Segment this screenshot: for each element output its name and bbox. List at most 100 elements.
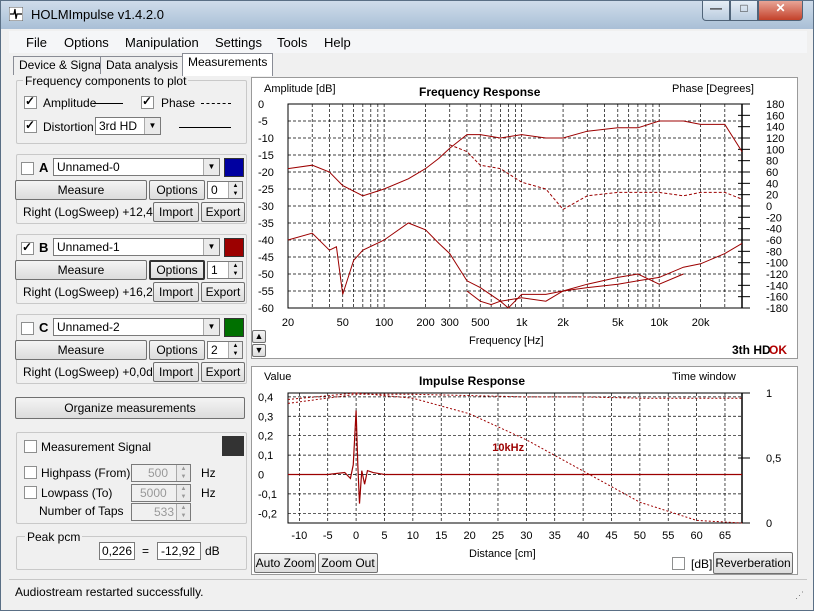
imp-right-label: Time window [672,371,736,383]
highpass-spin[interactable]: 500 ▲ ▼ [131,464,191,482]
imp-ytick-label: 0 [258,469,264,481]
maximize-button[interactable]: □ [730,1,758,21]
measurement-c-name-value: Unnamed-2 [57,320,120,334]
tab-measurements[interactable]: Measurements [182,53,274,76]
lowpass-label: Lowpass (To) [41,486,113,500]
menu-help[interactable]: Help [324,35,351,50]
distortion-checkbox[interactable] [24,118,37,133]
left-panel: Frequency components to plot Amplitude P… [13,74,248,574]
measurement-a-checkbox[interactable] [21,162,34,175]
measurement-c-spin[interactable]: 2 ▲ ▼ [207,341,243,359]
highpass-label: Highpass (From) [41,466,131,480]
db-checkbox[interactable] [672,557,685,570]
measurement-c-name[interactable]: Unnamed-2 ▼ [53,318,220,336]
frequency-chart[interactable]: Amplitude [dB] Frequency Response Phase … [252,78,797,358]
reverberation-button[interactable]: Reverberation [713,552,793,574]
lowpass-checkbox[interactable] [24,486,37,499]
measurement-b-name[interactable]: Unnamed-1 ▼ [53,238,220,256]
measurement-c-spin-value: 2 [211,343,218,357]
measurement-a-export-button[interactable]: Export [201,202,245,222]
freq-xtick-label: 200 [416,317,434,329]
menu-tools[interactable]: Tools [277,35,307,50]
lowpass-value: 5000 [140,486,167,500]
peak-db: -12,92 [161,544,196,558]
freq-phase-tick-label: 60 [766,167,778,179]
freq-phase-tick-label: -80 [766,246,782,258]
menu-bar: File Options Manipulation Settings Tools… [9,31,807,53]
measurement-a-spin[interactable]: 0 ▲ ▼ [207,181,243,199]
measurement-a-options-button[interactable]: Options [149,180,205,200]
menu-manipulation[interactable]: Manipulation [125,35,199,50]
menu-settings[interactable]: Settings [215,35,262,50]
menu-options[interactable]: Options [64,35,109,50]
chevron-down-icon: ▼ [203,319,219,335]
tab-data-analysis[interactable]: Data analysis [100,56,185,75]
close-button[interactable]: ✕ [758,1,803,21]
freq-xtick-label: 500 [471,317,489,329]
freq-ytick-label: -50 [258,269,274,281]
minimize-button[interactable]: — [702,1,730,21]
measurement-b-import-button[interactable]: Import [153,282,199,302]
measurement-b-checkbox[interactable] [21,240,34,255]
imp-ytick-label: -0,2 [258,508,277,520]
imp-xtick-label: 15 [435,530,447,542]
measurement-b-export-button[interactable]: Export [201,282,245,302]
freq-ytick-label: -15 [258,150,274,162]
measurement-c-import-button[interactable]: Import [153,362,199,382]
freq-components-legend: Frequency components to plot [23,74,189,88]
imp-xtick-label: 30 [520,530,532,542]
measurement-a-name[interactable]: Unnamed-0 ▼ [53,158,220,176]
imp-ytick-label: 0,4 [258,392,273,404]
peak-value-field[interactable]: 0,226 [99,542,135,560]
freq-series-line [287,120,743,197]
measurement-b-spin[interactable]: 1 ▲ ▼ [207,261,243,279]
chevron-down-icon: ▼ [203,159,219,175]
status-bar: Audiostream restarted successfully. ⋰ [9,579,807,606]
measurement-b-measure-button[interactable]: Measure [15,260,147,280]
measurement-b-color[interactable] [224,238,244,257]
phase-checkbox[interactable] [141,94,154,109]
freq-xtick-label: 1k [516,317,528,329]
imp-ytick-label: 0,2 [258,431,273,443]
imp-window-tick-label: 1 [766,388,772,400]
taps-spin[interactable]: 533 ▲ ▼ [131,503,191,521]
measurement-a-name-value: Unnamed-0 [57,160,120,174]
freq-phase-tick-label: 100 [766,144,784,156]
freq-phase-tick-label: -120 [766,269,788,281]
imp-xtick-label: 0 [353,530,359,542]
freq-ytick-label: -10 [258,133,274,145]
imp-xtick-label: 25 [492,530,504,542]
distortion-select[interactable]: 3rd HD ▼ [95,117,161,135]
auto-zoom-button[interactable]: Auto Zoom [254,553,316,573]
amplitude-checkbox[interactable] [24,94,37,109]
measurement-signal-label: Measurement Signal [41,440,152,454]
chevron-up-icon[interactable]: ▲ [252,330,266,343]
window-title: HOLMImpulse v1.4.2.0 [31,7,164,22]
measurement-c-options-button[interactable]: Options [149,340,205,360]
measurement-c-measure-button[interactable]: Measure [15,340,147,360]
menu-file[interactable]: File [26,35,47,50]
freq-phase-tick-label: -140 [766,280,788,292]
freq-phase-tick-label: 0 [766,201,772,213]
measurement-a-measure-button[interactable]: Measure [15,180,147,200]
measurement-signal-checkbox[interactable] [24,440,37,453]
measurement-c-color[interactable] [224,318,244,337]
highpass-checkbox[interactable] [24,466,37,479]
tab-device-signal[interactable]: Device & Signal [13,56,110,75]
measurement-a-color[interactable] [224,158,244,177]
measurement-a-import-button[interactable]: Import [153,202,199,222]
signal-color[interactable] [222,436,244,456]
resize-grip-icon[interactable]: ⋰ [795,590,804,601]
measurement-b-options-button[interactable]: Options [149,260,205,280]
freq-phase-tick-label: 120 [766,133,784,145]
organize-measurements-button[interactable]: Organize measurements [15,397,245,419]
freq-xtick-label: 20k [692,317,710,329]
measurement-c-export-button[interactable]: Export [201,362,245,382]
measurement-c-checkbox[interactable] [21,322,34,335]
chevron-down-icon[interactable]: ▼ [252,344,266,357]
impulse-chart[interactable]: Value Impulse Response Time window Dista… [252,367,797,574]
zoom-out-button[interactable]: Zoom Out [318,553,378,573]
lowpass-spin[interactable]: 5000 ▲ ▼ [131,484,191,502]
freq-phase-tick-label: -100 [766,258,788,270]
peak-db-field[interactable]: -12,92 [157,542,201,560]
